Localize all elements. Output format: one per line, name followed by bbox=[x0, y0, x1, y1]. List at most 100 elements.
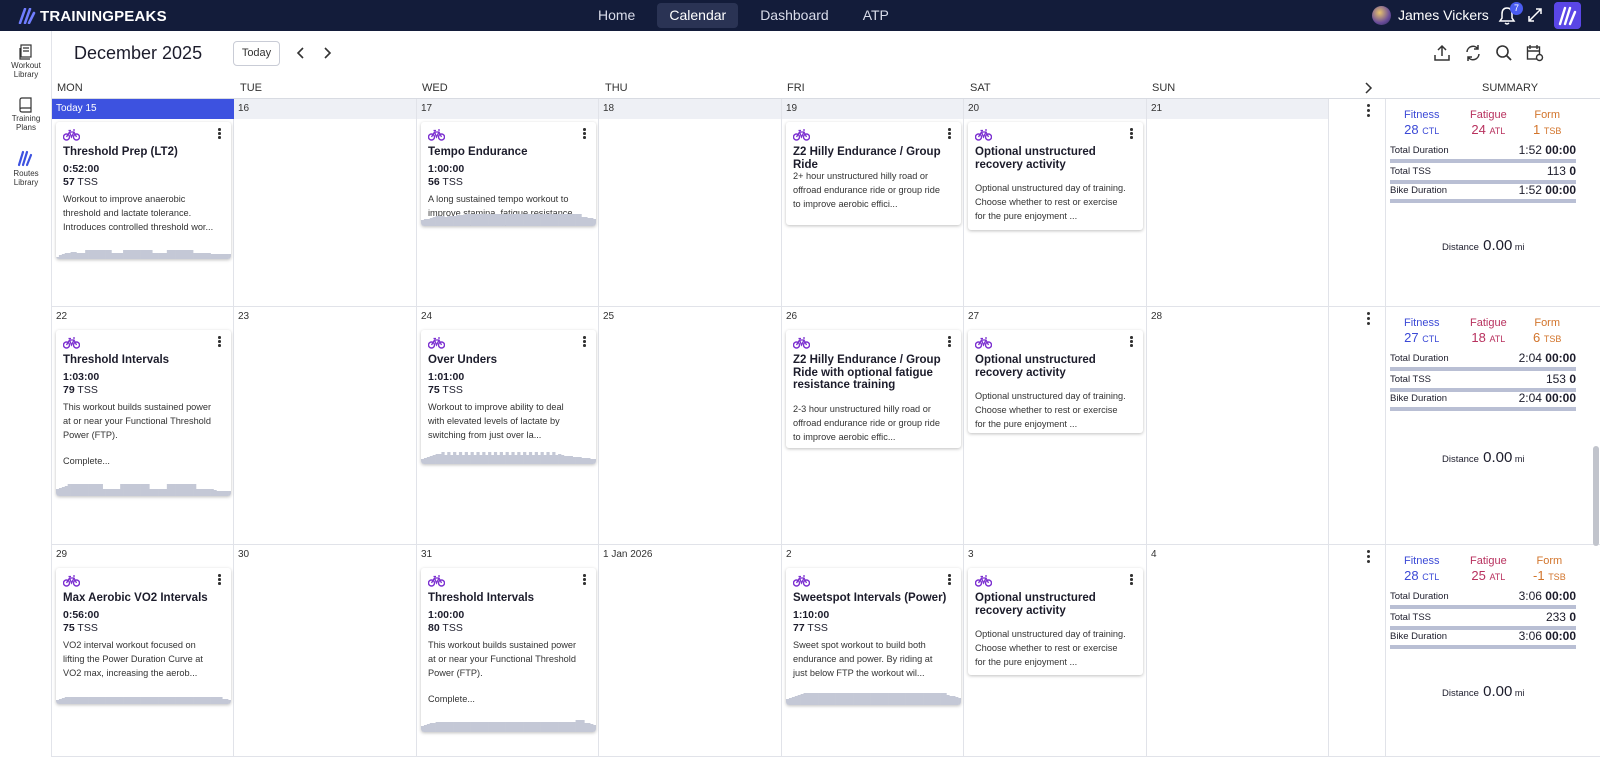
distance-row: Distance 0.00 mi bbox=[1442, 237, 1524, 254]
distance-value: 0.00 bbox=[1483, 683, 1513, 700]
structure-bar bbox=[190, 484, 194, 496]
more-options-icon[interactable] bbox=[1130, 128, 1133, 140]
value-part-bold: 00:00 bbox=[1545, 391, 1576, 405]
workout-complete-link[interactable]: Complete... bbox=[428, 694, 475, 704]
total-tss-label: Total TSS bbox=[1390, 374, 1432, 385]
avatar[interactable] bbox=[1372, 6, 1391, 25]
structure-bar bbox=[201, 489, 206, 496]
sidebar-item-training-plans[interactable]: Training Plans bbox=[0, 97, 52, 132]
workout-card[interactable]: Threshold Intervals 1:00:00 80 TSS This wor… bbox=[421, 568, 596, 732]
workout-card[interactable]: Optional unstructured recovery activity O… bbox=[968, 568, 1143, 675]
more-options-icon[interactable] bbox=[218, 336, 221, 348]
structure-bar bbox=[514, 455, 518, 464]
structure-bar bbox=[126, 697, 130, 704]
structure-bar bbox=[456, 455, 460, 464]
more-options-icon[interactable] bbox=[948, 128, 951, 140]
structure-bar bbox=[105, 250, 109, 259]
workout-card[interactable]: Optional unstructured recovery activity O… bbox=[968, 330, 1143, 433]
more-options-icon[interactable] bbox=[218, 128, 221, 140]
more-options-icon[interactable] bbox=[948, 574, 951, 586]
fitness-label: Fitness bbox=[1404, 555, 1440, 567]
calendar-day[interactable]: 16 bbox=[234, 99, 417, 306]
structure-bar bbox=[198, 253, 203, 259]
more-options-icon[interactable] bbox=[583, 574, 586, 586]
structure-bar bbox=[838, 693, 842, 705]
nav-atp[interactable]: ATP bbox=[851, 3, 901, 28]
form-unit: TSB bbox=[1543, 126, 1562, 136]
search-icon[interactable] bbox=[1495, 44, 1513, 62]
calendar-day[interactable]: 4 bbox=[1147, 545, 1329, 756]
workout-card[interactable]: Threshold Prep (LT2) 0:52:00 57 TSS Workout… bbox=[56, 122, 231, 259]
structure-bar bbox=[458, 452, 463, 464]
nav-calendar[interactable]: Calendar bbox=[657, 3, 739, 28]
workout-card[interactable]: Tempo Endurance 1:00:00 56 TSS A long susta… bbox=[421, 122, 596, 226]
workout-description: 2-3 hour unstructured hilly road or offro… bbox=[793, 402, 956, 445]
structure-bar bbox=[123, 250, 127, 259]
tss-value: 56 bbox=[428, 175, 440, 188]
calendar-day[interactable]: 30 bbox=[234, 545, 417, 756]
structure-bar bbox=[882, 693, 886, 705]
more-options-icon[interactable] bbox=[1367, 550, 1370, 565]
structure-bar bbox=[228, 700, 231, 704]
structure-bar bbox=[923, 693, 927, 705]
structure-bar bbox=[917, 693, 921, 705]
workout-card[interactable]: Over Unders 1:01:00 75 TSS Workout to impro… bbox=[421, 330, 596, 464]
chevron-left-icon[interactable] bbox=[296, 47, 306, 59]
workout-card[interactable]: Sweetspot Intervals (Power) 1:10:00 77 TSS… bbox=[786, 568, 961, 705]
fatigue-unit: ATL bbox=[1489, 334, 1506, 344]
description-line: Sweet spot workout to build both bbox=[793, 639, 926, 650]
user-name[interactable]: James Vickers bbox=[1398, 7, 1489, 23]
nav-home[interactable]: Home bbox=[586, 3, 647, 28]
more-options-icon[interactable] bbox=[218, 574, 221, 586]
structure-bar bbox=[161, 489, 165, 496]
sidebar-item-routes-library[interactable]: Routes Library bbox=[0, 150, 52, 187]
workout-card[interactable]: Optional unstructured recovery activity O… bbox=[968, 122, 1143, 230]
today-button[interactable]: Today bbox=[233, 41, 280, 66]
structure-bar bbox=[163, 489, 168, 496]
fatigue-label: Fatigue bbox=[1470, 555, 1507, 567]
workout-card[interactable]: Z2 Hilly Endurance / Group Ride 2+ hour u… bbox=[786, 122, 961, 225]
more-options-icon[interactable] bbox=[1367, 104, 1370, 119]
export-icon[interactable] bbox=[1433, 44, 1451, 62]
calendar-day[interactable]: 21 bbox=[1147, 99, 1329, 306]
calendar-day[interactable]: 18 bbox=[599, 99, 782, 306]
bike-icon bbox=[792, 129, 811, 141]
trainingpeaks-logo[interactable]: TRAININGPEAKS bbox=[18, 6, 167, 26]
nav-dashboard[interactable]: Dashboard bbox=[748, 3, 841, 28]
month-selector[interactable]: December 2025 bbox=[74, 43, 202, 64]
calendar-day[interactable]: 25 bbox=[599, 307, 782, 544]
chevron-right-icon[interactable] bbox=[1363, 82, 1373, 94]
structure-bar bbox=[219, 491, 223, 496]
structure-bar bbox=[505, 722, 509, 732]
structure-bar bbox=[505, 452, 509, 464]
more-options-icon[interactable] bbox=[583, 336, 586, 348]
calendar-settings-icon[interactable] bbox=[1526, 44, 1544, 62]
more-options-icon[interactable] bbox=[583, 128, 586, 140]
expand-icon[interactable] bbox=[1527, 7, 1543, 23]
scrollbar-track[interactable] bbox=[1592, 99, 1600, 757]
workout-card[interactable]: Threshold Intervals 1:03:00 79 TSS This wor… bbox=[56, 330, 231, 496]
more-options-icon[interactable] bbox=[948, 336, 951, 348]
workout-complete-link[interactable]: Complete... bbox=[63, 456, 110, 466]
trainingpeaks-app-icon[interactable] bbox=[1554, 2, 1581, 29]
structure-bar bbox=[488, 452, 492, 464]
form-label: Form bbox=[1534, 317, 1561, 329]
more-options-icon[interactable] bbox=[1130, 574, 1133, 586]
value-part-bold: 00:00 bbox=[1545, 351, 1576, 365]
sidebar-item-workout-library[interactable]: Workout Library bbox=[0, 44, 52, 79]
structure-bar bbox=[531, 722, 536, 732]
structure-bar bbox=[467, 722, 471, 732]
calendar-day[interactable]: 28 bbox=[1147, 307, 1329, 544]
sync-icon[interactable] bbox=[1464, 44, 1482, 62]
chevron-right-icon[interactable] bbox=[322, 47, 332, 59]
structure-bar bbox=[181, 697, 185, 704]
scrollbar-thumb[interactable] bbox=[1593, 446, 1599, 546]
summary-panel: Fitness 28 CTL Fatigue 25 ATL Form -1 TSB Tota… bbox=[1385, 545, 1600, 756]
calendar-day[interactable]: 23 bbox=[234, 307, 417, 544]
more-options-icon[interactable] bbox=[1130, 336, 1133, 348]
workout-card[interactable]: Z2 Hilly Endurance / Group Ride with opt… bbox=[786, 330, 961, 448]
structure-bar bbox=[99, 697, 103, 704]
more-options-icon[interactable] bbox=[1367, 312, 1370, 327]
calendar-day[interactable]: 1 Jan 2026 bbox=[599, 545, 782, 756]
workout-card[interactable]: Max Aerobic VO2 Intervals 0:56:00 75 TSS VO… bbox=[56, 568, 231, 704]
